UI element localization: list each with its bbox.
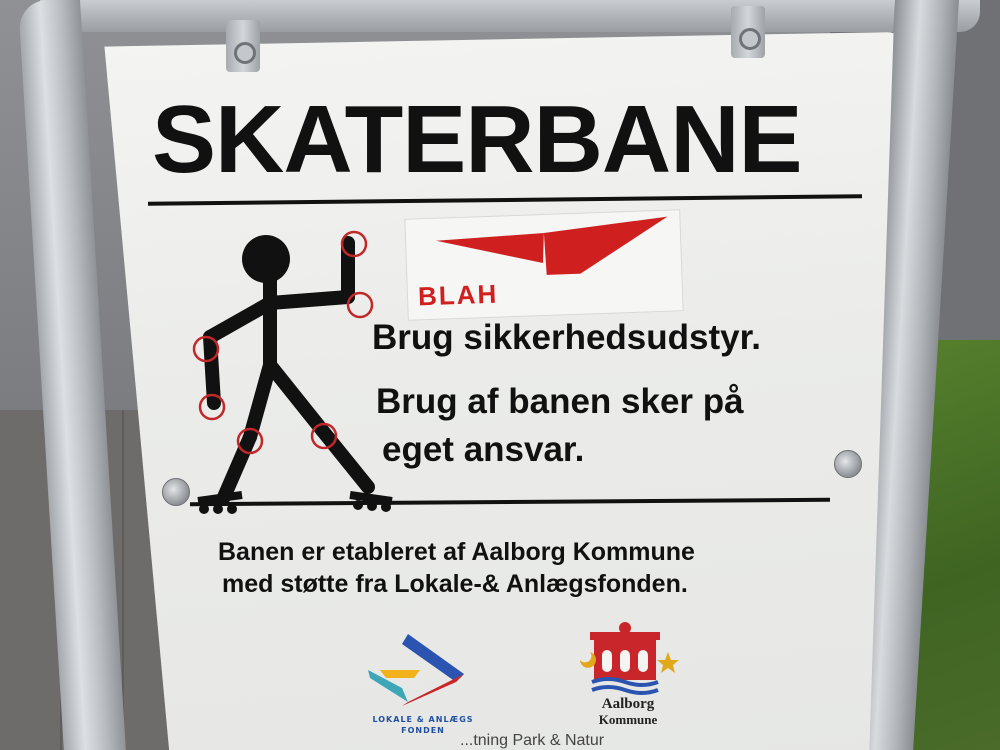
hanging-tab-left [226, 20, 260, 72]
skater-figure-icon [192, 230, 393, 514]
blah-sticker: BLAH [404, 209, 684, 321]
aalborg-kommune-crest-icon [580, 622, 679, 695]
rule-line-1: Brug sikkerhedsudstyr. [372, 318, 762, 357]
rule-line-2: Brug af banen sker på [376, 382, 744, 421]
aalborg-logo-text: Aalborg Kommune [578, 696, 678, 728]
bolt-right [834, 450, 862, 478]
credit-line-2: med støtte fra Lokale-& Anlægsfonden. [222, 570, 688, 598]
sticker-label: BLAH [417, 278, 499, 312]
red-wing-logo-icon [436, 216, 668, 280]
sign-title: SKATERBANE [152, 86, 803, 193]
credit-line-1: Banen er etableret af Aalborg Kommune [218, 538, 695, 566]
cut-off-text: ...tning Park & Natur [460, 732, 605, 749]
lokale-anlaegsfonden-logo-icon [368, 634, 464, 706]
aalborg-logo-line-1: Aalborg [601, 696, 655, 712]
aalborg-logo-line-2: Kommune [598, 712, 658, 727]
hanging-tab-right [731, 6, 765, 58]
rule-line-3: eget ansvar. [382, 430, 585, 469]
bolt-left [162, 478, 190, 506]
lokale-logo-line-1: LOKALE & ANLÆGS [372, 715, 474, 724]
photo-scene: SKATERBANE BLAH Brug sikkerhedsudstyr. B… [0, 0, 1000, 750]
frame-top-bar [40, 0, 980, 32]
